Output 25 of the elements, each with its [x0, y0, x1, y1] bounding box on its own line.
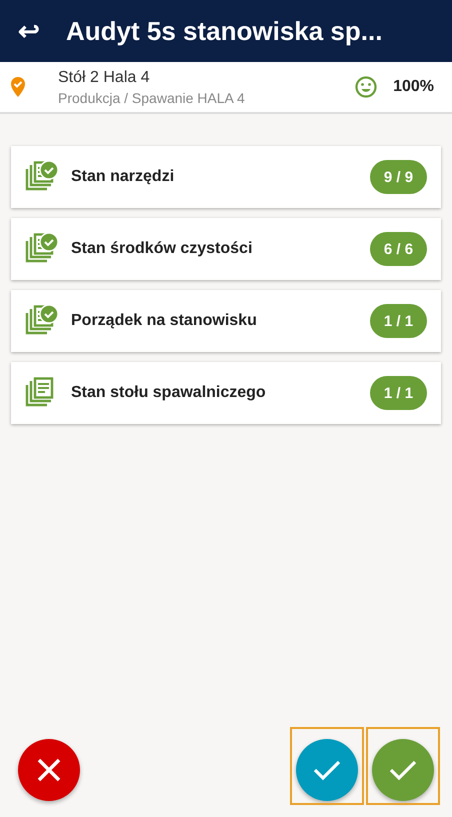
progress-count: 9 / 9 — [370, 160, 427, 194]
progress-count: 1 / 1 — [370, 376, 427, 410]
section-card[interactable]: Stan środków czystości 6 / 6 — [11, 218, 441, 280]
confirm-button[interactable] — [296, 739, 358, 801]
progress-count: 1 / 1 — [370, 304, 427, 338]
check-icon — [388, 758, 418, 782]
section-card[interactable]: Stan stołu spawalniczego 1 / 1 — [11, 362, 441, 424]
section-card[interactable]: Stan narzędzi 9 / 9 — [11, 146, 441, 208]
smiley-icon — [355, 76, 378, 98]
page-title: Audyt 5s stanowiska sp... — [66, 16, 382, 46]
progress-count: 6 / 6 — [370, 232, 427, 266]
back-button[interactable]: ↩ — [18, 18, 40, 44]
section-label: Porządek na stanowisku — [71, 312, 258, 330]
section-card[interactable]: Porządek na stanowisku 1 / 1 — [11, 290, 441, 352]
close-icon — [36, 757, 62, 783]
section-label: Stan narzędzi — [71, 168, 176, 186]
confirm-button[interactable] — [372, 739, 434, 801]
cancel-button[interactable] — [18, 739, 80, 801]
workstation-path: Produkcja / Spawanie HALA 4 — [58, 90, 246, 106]
section-label: Stan środków czystości — [71, 240, 254, 258]
location-pin-icon — [10, 76, 26, 98]
score-percent: 100% — [393, 78, 434, 96]
check-icon — [312, 758, 342, 782]
workstation-name: Stół 2 Hala 4 — [58, 68, 151, 86]
section-label: Stan stołu spawalniczego — [71, 384, 267, 402]
